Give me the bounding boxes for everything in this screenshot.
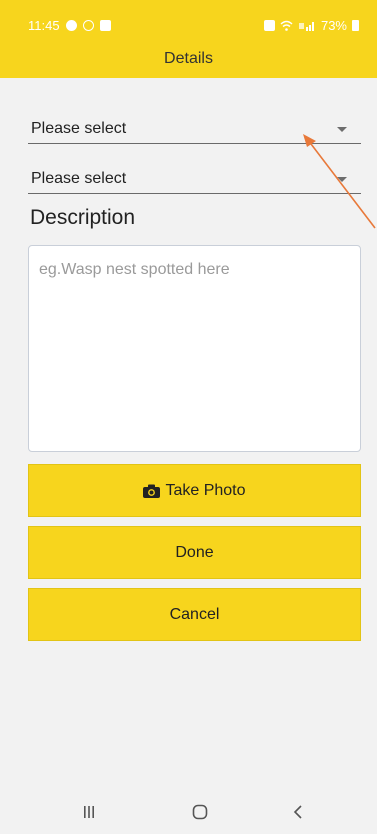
take-photo-label: Take Photo: [165, 481, 246, 499]
status-left: 11:45: [28, 18, 111, 33]
home-icon: [192, 804, 208, 820]
notification-instagram-icon: [82, 20, 94, 31]
wifi-icon: [280, 20, 293, 31]
recent-apps-button[interactable]: [69, 802, 109, 822]
recent-apps-icon: [84, 806, 94, 818]
category-select[interactable]: Please select: [28, 110, 361, 144]
battery-icon: [352, 20, 359, 31]
cancel-button[interactable]: Cancel: [28, 588, 361, 641]
done-button[interactable]: Done: [28, 526, 361, 579]
notification-app-icon: [65, 20, 77, 31]
page-title: Details: [164, 50, 213, 67]
description-field[interactable]: [28, 245, 361, 452]
system-nav-bar: [0, 786, 377, 834]
app-header: 11:45 73% Details: [0, 0, 377, 78]
home-button[interactable]: [180, 802, 220, 822]
cancel-label: Cancel: [169, 605, 220, 623]
status-right: 73%: [263, 18, 359, 33]
battery-percent: 73%: [320, 18, 347, 33]
status-time: 11:45: [28, 18, 60, 33]
status-bar: 11:45 73%: [0, 0, 377, 36]
dropdown-caret-icon[interactable]: [337, 127, 347, 132]
subcategory-select[interactable]: Please select: [28, 160, 361, 194]
notification-check-icon: [99, 20, 111, 31]
category-select-value: Please select: [31, 120, 127, 137]
done-label: Done: [175, 543, 214, 561]
camera-icon: [143, 484, 161, 498]
take-photo-button[interactable]: Take Photo: [28, 464, 361, 517]
dropdown-caret-icon[interactable]: [337, 177, 347, 182]
back-icon: [293, 805, 302, 819]
description-label: Description: [30, 206, 136, 229]
back-button[interactable]: [278, 802, 318, 822]
alarm-icon: [263, 20, 275, 31]
signal-icon: [298, 22, 314, 31]
subcategory-select-value: Please select: [31, 170, 127, 187]
